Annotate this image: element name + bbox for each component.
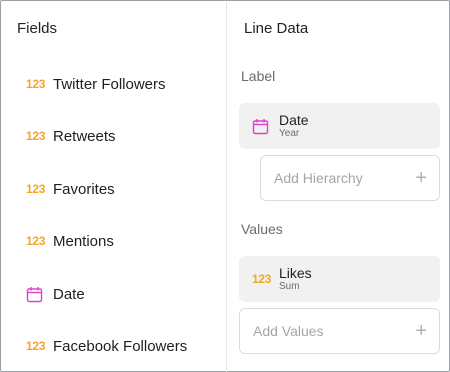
field-item-mentions[interactable]: 123 Mentions <box>26 230 114 252</box>
field-label: Mentions <box>53 232 114 250</box>
line-data-panel: Line Data Label Date Year Add Hierarchy … <box>228 2 450 372</box>
field-label: Twitter Followers <box>53 75 166 93</box>
number-type-icon: 123 <box>26 234 46 248</box>
values-chip-likes[interactable]: 123 Likes Sum <box>239 256 440 302</box>
add-hierarchy-dropzone[interactable]: Add Hierarchy + <box>260 155 440 201</box>
chip-field-name: Likes <box>279 265 312 281</box>
number-type-icon: 123 <box>26 77 46 91</box>
chip-text: Likes Sum <box>279 265 312 293</box>
calendar-icon <box>239 118 279 135</box>
fields-panel-title: Fields <box>17 20 58 37</box>
chip-aggregation: Sum <box>279 281 300 292</box>
add-values-dropzone[interactable]: Add Values + <box>239 308 440 354</box>
number-type-icon: 123 <box>26 339 46 353</box>
fields-panel: Fields 123 Twitter Followers 123 Retweet… <box>2 2 227 372</box>
label-chip-date[interactable]: Date Year <box>239 103 440 149</box>
field-label: Favorites <box>53 180 115 198</box>
add-hierarchy-placeholder: Add Hierarchy <box>274 170 363 186</box>
chip-field-name: Date <box>279 112 309 128</box>
label-section-heading: Label <box>241 68 276 84</box>
values-section-heading: Values <box>241 221 283 237</box>
field-label: Retweets <box>53 127 116 145</box>
plus-icon[interactable]: + <box>415 168 427 188</box>
line-data-title: Line Data <box>244 20 309 37</box>
plus-icon[interactable]: + <box>415 321 427 341</box>
field-item-twitter-followers[interactable]: 123 Twitter Followers <box>26 73 166 95</box>
chip-aggregation: Year <box>279 128 300 139</box>
field-item-date[interactable]: Date <box>26 283 85 305</box>
number-type-icon: 123 <box>252 272 272 286</box>
calendar-icon <box>26 286 53 303</box>
field-item-retweets[interactable]: 123 Retweets <box>26 125 116 147</box>
chip-text: Date Year <box>279 112 309 140</box>
number-type-icon: 123 <box>26 182 46 196</box>
field-label: Date <box>53 285 85 303</box>
window-frame: Fields 123 Twitter Followers 123 Retweet… <box>0 0 450 372</box>
field-item-facebook-followers[interactable]: 123 Facebook Followers <box>26 335 187 357</box>
field-item-favorites[interactable]: 123 Favorites <box>26 178 115 200</box>
add-values-placeholder: Add Values <box>253 323 324 339</box>
number-type-icon: 123 <box>26 129 46 143</box>
field-label: Facebook Followers <box>53 337 188 355</box>
